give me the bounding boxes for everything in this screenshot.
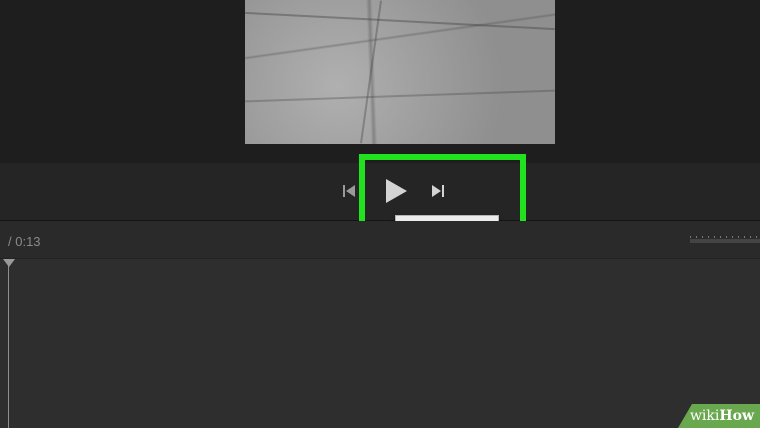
skip-forward-button[interactable] <box>428 180 450 202</box>
skip-back-icon <box>343 185 355 197</box>
watermark-wiki: wiki <box>689 408 720 424</box>
playhead[interactable] <box>8 262 9 428</box>
play-icon <box>386 179 407 203</box>
video-viewer <box>0 0 760 163</box>
zoom-slider[interactable] <box>690 239 760 243</box>
play-button[interactable] <box>382 177 410 205</box>
skip-back-button[interactable] <box>338 180 360 202</box>
skip-forward-icon <box>432 185 444 197</box>
timecode-display: / 0:13 <box>8 234 41 249</box>
transport-bar <box>0 163 760 221</box>
timeline-header <box>0 221 760 259</box>
timeline-area[interactable] <box>0 259 760 428</box>
video-texture <box>359 0 383 144</box>
playhead-marker-icon[interactable] <box>3 259 15 267</box>
wikihow-watermark: wikiHow <box>678 404 760 428</box>
video-preview <box>245 0 555 144</box>
video-texture <box>245 89 555 103</box>
video-texture <box>245 11 555 31</box>
watermark-how: How <box>719 408 754 424</box>
zoom-slider-ticks <box>690 236 760 238</box>
